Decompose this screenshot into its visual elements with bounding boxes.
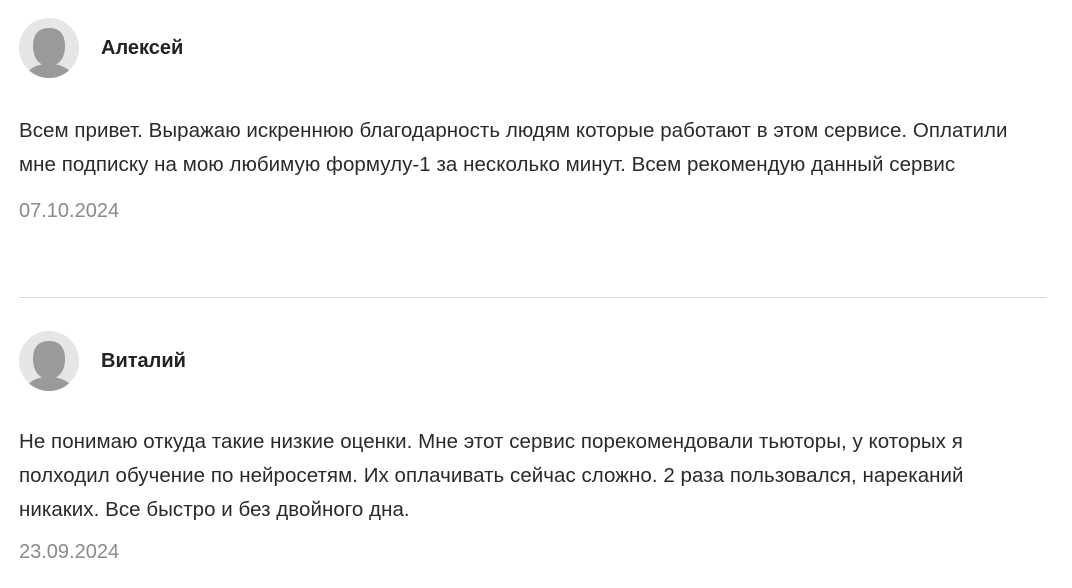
review-author: Виталий xyxy=(101,349,186,372)
review-header: Виталий xyxy=(19,331,1049,391)
review-text: Всем привет. Выражаю искреннюю благодарн… xyxy=(19,119,1008,176)
review-date: 07.10.2024 xyxy=(19,200,120,222)
review-author: Алексей xyxy=(101,36,184,59)
review-card: Виталий Не понимаю откуда такие низкие о… xyxy=(19,331,1049,564)
review-text: Не понимаю откуда такие низкие оценки. М… xyxy=(19,430,964,521)
review-date: 23.09.2024 xyxy=(19,541,120,563)
user-avatar-icon xyxy=(19,331,79,391)
user-avatar-icon xyxy=(19,18,79,78)
review-card: Алексей Всем привет. Выражаю искреннюю б… xyxy=(19,18,1049,223)
review-header: Алексей xyxy=(19,18,1049,78)
review-divider xyxy=(19,297,1047,298)
